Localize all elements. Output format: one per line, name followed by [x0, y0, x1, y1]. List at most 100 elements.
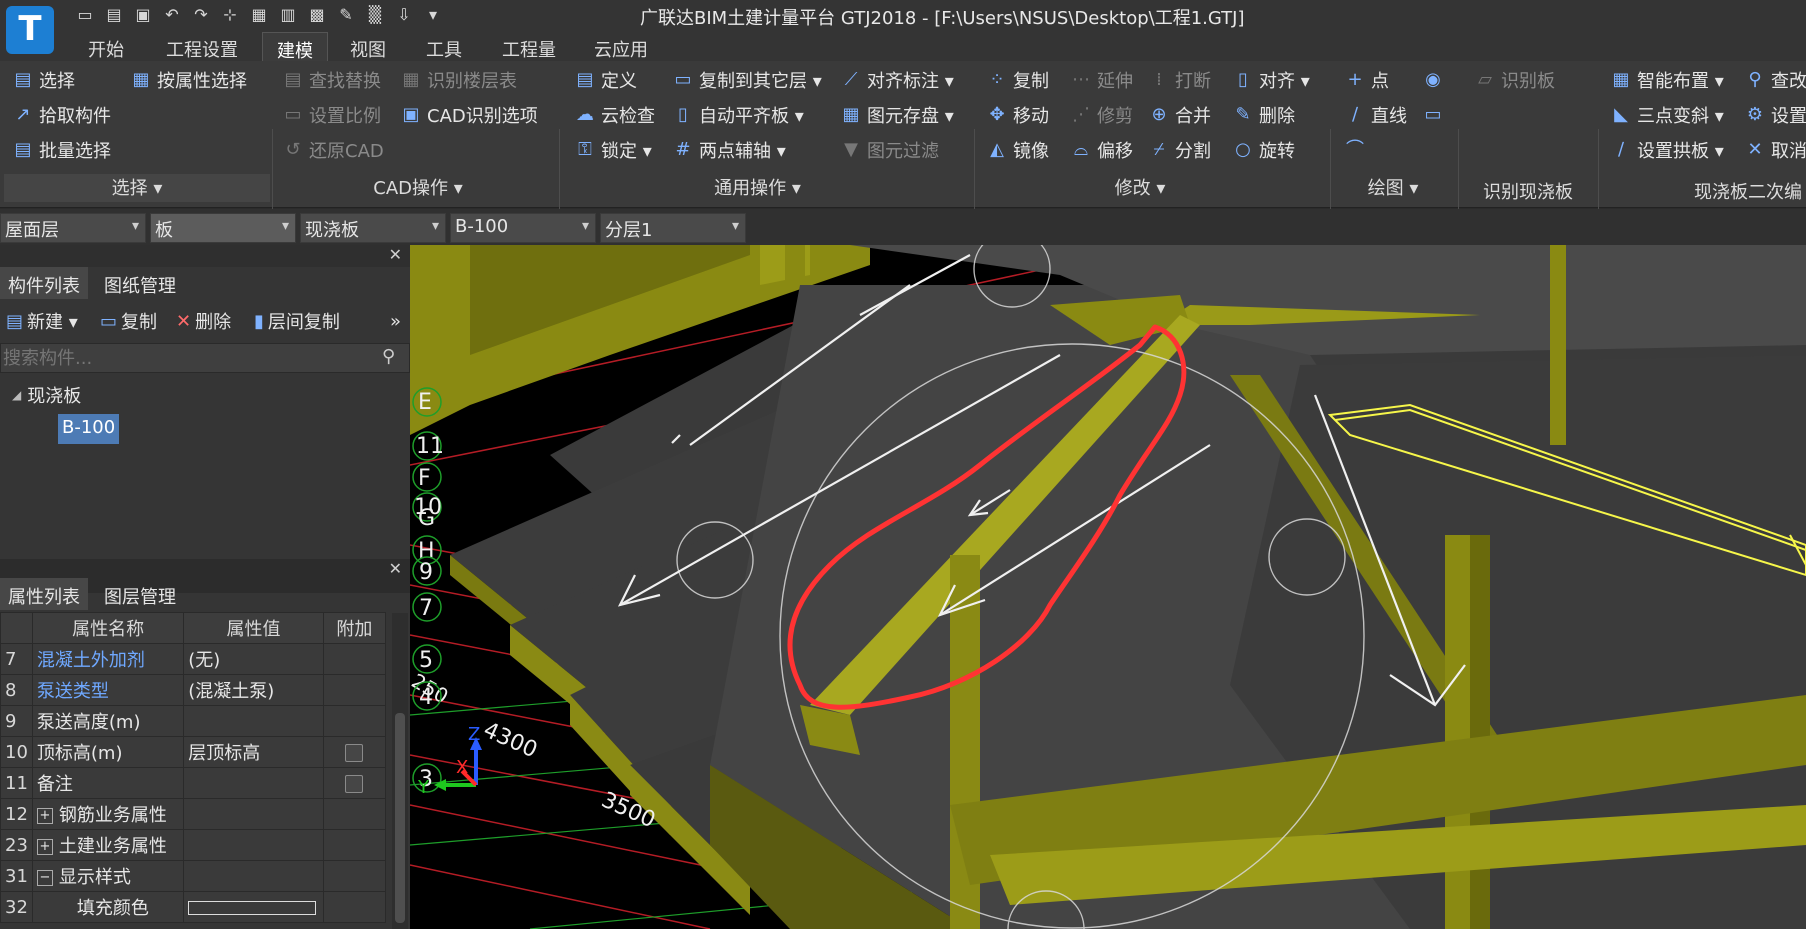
tree-category[interactable]: ◢ 现浇板	[12, 382, 81, 408]
expand-icon[interactable]: +	[36, 839, 53, 855]
trim-button[interactable]: ⋰ 修剪	[1070, 100, 1133, 130]
additional-checkbox[interactable]	[345, 743, 364, 762]
set-button[interactable]: ⚙ 设置	[1744, 100, 1806, 130]
property-value[interactable]: (混凝土泵)	[183, 674, 324, 706]
grid-icon[interactable]: ▒	[364, 5, 386, 25]
select-by-property-button[interactable]: ▦ 按属性选择	[130, 65, 247, 95]
property-row[interactable]: 8 泵送类型 (混凝土泵)	[0, 674, 387, 706]
group-common[interactable]: 通用操作 ▾	[565, 174, 950, 202]
new-component-button[interactable]: ▤ 新建 ▾	[6, 305, 78, 337]
group-modify[interactable]: 修改 ▾	[980, 174, 1300, 202]
find-replace-button[interactable]: ▤ 查找替换	[282, 65, 381, 95]
tab-start[interactable]: 开始	[74, 32, 138, 61]
redo-icon[interactable]: ↷	[190, 5, 212, 25]
copy-component-button[interactable]: ▭ 复制	[100, 305, 157, 337]
app-logo[interactable]: T	[6, 6, 54, 54]
property-value[interactable]	[183, 798, 324, 830]
batch-select-button[interactable]: ▤ 批量选择	[12, 135, 111, 165]
rotate-button[interactable]: ○ 旋转	[1232, 135, 1295, 165]
view-icon[interactable]: ▩	[306, 5, 328, 25]
component-type-dropdown[interactable]: 板	[150, 213, 296, 243]
fill-color-swatch[interactable]	[188, 900, 317, 915]
collapse-triangle-icon[interactable]: ◢	[12, 388, 21, 402]
property-value[interactable]	[183, 767, 324, 799]
line-button[interactable]: ∕ 直线	[1344, 100, 1407, 130]
cancel-button[interactable]: ✕ 取消	[1744, 135, 1806, 165]
property-row[interactable]: 9 泵送高度(m)	[0, 705, 387, 737]
property-scrollbar[interactable]	[392, 613, 408, 929]
element-filter-button[interactable]: ▼ 图元过滤	[840, 135, 939, 165]
sublayer-dropdown[interactable]: 分层1	[600, 213, 746, 243]
property-value[interactable]	[183, 705, 324, 737]
inspect-button[interactable]: ⚲ 查改	[1744, 65, 1806, 95]
tab-modeling[interactable]: 建模	[262, 32, 328, 62]
set-scale-button[interactable]: ▭ 设置比例	[282, 100, 381, 130]
merge-button[interactable]: ⊕ 合并	[1148, 100, 1211, 130]
tab-project-settings[interactable]: 工程设置	[152, 32, 252, 61]
additional-checkbox[interactable]	[345, 774, 364, 793]
tab-drawing-management[interactable]: 图纸管理	[96, 267, 184, 299]
break-button[interactable]: ⁞ 打断	[1148, 65, 1211, 95]
two-point-axis-button[interactable]: # 两点辅轴 ▾	[672, 135, 785, 165]
set-arch-slab-button[interactable]: ∕ 设置拱板 ▾	[1610, 135, 1724, 165]
split-button[interactable]: ⌿ 分割	[1148, 135, 1211, 165]
recognize-floor-table-button[interactable]: ▦ 识别楼层表	[400, 65, 517, 95]
property-row[interactable]: 12 + 钢筋业务属性	[0, 798, 387, 830]
property-value[interactable]	[183, 891, 324, 923]
tab-tools[interactable]: 工具	[412, 32, 476, 61]
pick-component-button[interactable]: ↗ 拾取构件	[12, 100, 111, 130]
tab-component-list[interactable]: 构件列表	[0, 267, 88, 299]
delete-button[interactable]: ✎ 删除	[1232, 100, 1295, 130]
property-row[interactable]: 11 备注	[0, 767, 387, 799]
delete-component-button[interactable]: ✕ 删除	[176, 305, 231, 337]
scene-canvas[interactable]: E 11 F 10 G H 9 7 5 250 4 3 4300 3500 Z …	[410, 245, 1806, 929]
save-elements-button[interactable]: ▦ 图元存盘 ▾	[840, 100, 953, 130]
property-value[interactable]	[183, 860, 324, 892]
brush-icon[interactable]: ✎	[335, 5, 357, 25]
tab-property-list[interactable]: 属性列表	[0, 578, 88, 610]
axis-icon[interactable]: ⊹	[219, 5, 241, 25]
property-value[interactable]	[183, 829, 324, 861]
three-point-slope-button[interactable]: ◣ 三点变斜 ▾	[1610, 100, 1724, 130]
expand-icon[interactable]: +	[36, 808, 53, 824]
property-row[interactable]: 7 混凝土外加剂 (无)	[0, 643, 387, 675]
restore-cad-button[interactable]: ↺ 还原CAD	[282, 135, 383, 165]
floor-dropdown[interactable]: 屋面层	[0, 213, 146, 243]
circle-tool-button[interactable]: ◉	[1422, 65, 1444, 95]
property-value[interactable]: (无)	[183, 643, 324, 675]
copy-to-other-floor-button[interactable]: ▭ 复制到其它层 ▾	[672, 65, 821, 95]
group-select[interactable]: 选择 ▾	[4, 174, 270, 202]
smart-layout-button[interactable]: ▦ 智能布置 ▾	[1610, 65, 1723, 95]
customize-icon[interactable]: ▾	[422, 5, 444, 25]
recognize-slab-button[interactable]: ▱ 识别板	[1474, 65, 1555, 95]
cad-recognition-options-button[interactable]: ▣ CAD识别选项	[400, 100, 537, 130]
cloud-check-button[interactable]: ☁ 云检查	[574, 100, 655, 130]
property-row[interactable]: 32 填充颜色	[0, 891, 387, 923]
undo-icon[interactable]: ↶	[161, 5, 183, 25]
offset-button[interactable]: ⌓ 偏移	[1070, 135, 1133, 165]
align-dimension-button[interactable]: ⟋ 对齐标注 ▾	[840, 65, 954, 95]
mirror-button[interactable]: ◭ 镜像	[986, 135, 1049, 165]
3d-viewport[interactable]: E 11 F 10 G H 9 7 5 250 4 3 4300 3500 Z …	[410, 245, 1806, 929]
tree-item-selected[interactable]: B-100	[58, 414, 120, 444]
close-icon[interactable]: ✕	[389, 559, 402, 578]
new-file-icon[interactable]: ▭	[74, 5, 96, 25]
property-row[interactable]: 23 + 土建业务属性	[0, 829, 387, 861]
more-tools-icon[interactable]: »	[390, 305, 401, 337]
close-icon[interactable]: ✕	[389, 245, 402, 264]
save-icon[interactable]: ▣	[132, 5, 154, 25]
rectangle-tool-button[interactable]: ▭	[1422, 100, 1444, 130]
export-icon[interactable]: ⇩	[393, 5, 415, 25]
copy-between-floors-button[interactable]: ▮ 层间复制	[254, 305, 340, 337]
copy-button[interactable]: ⁘ 复制	[986, 65, 1049, 95]
search-icon[interactable]: ⚲	[382, 346, 395, 367]
move-button[interactable]: ✥ 移动	[986, 100, 1049, 130]
auto-level-slab-button[interactable]: ▯ 自动平齐板 ▾	[672, 100, 804, 130]
open-folder-icon[interactable]: ▤	[103, 5, 125, 25]
component-search-input[interactable]	[0, 343, 410, 373]
tab-view[interactable]: 视图	[336, 32, 400, 61]
arc-tool-button[interactable]: ⌒	[1344, 135, 1366, 165]
component-subtype-dropdown[interactable]: 现浇板	[300, 213, 446, 243]
collapse-icon[interactable]: −	[36, 870, 53, 886]
property-row[interactable]: 10 顶标高(m) 层顶标高	[0, 736, 387, 768]
